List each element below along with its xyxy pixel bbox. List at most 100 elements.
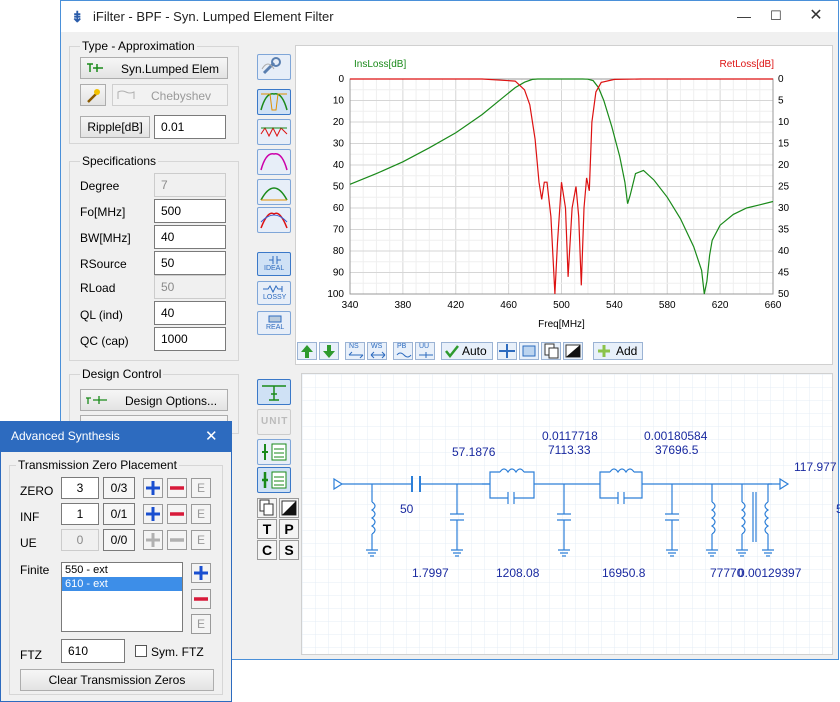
report-button[interactable] (257, 467, 291, 493)
finite-list[interactable]: 550 - ext 610 - ext (61, 562, 183, 632)
finite-remove-button[interactable] (191, 589, 211, 609)
invert-button[interactable] (563, 342, 583, 360)
syn-lumped-elem-button[interactable]: Syn.Lumped Elem (80, 57, 228, 79)
y-right-tick-label: 30 (778, 203, 790, 214)
chebyshev-button[interactable]: Chebyshev (112, 84, 228, 106)
ws-button[interactable]: WS (367, 342, 387, 360)
zero-count: 0/3 (103, 477, 135, 499)
finite-list-item[interactable]: 550 - ext (62, 563, 182, 577)
chebyshev-icon (117, 90, 135, 99)
ripple-response-icon (260, 126, 288, 138)
smooth-view-button[interactable] (257, 179, 291, 205)
blank-button[interactable] (519, 342, 539, 360)
type-approx-title: Type - Approximation (80, 39, 197, 53)
crosshair-icon (499, 344, 515, 358)
bandpass-response-icon (260, 93, 288, 111)
ns-button[interactable]: NS (345, 342, 365, 360)
inf-remove-button[interactable] (167, 504, 187, 524)
clear-tz-button[interactable]: Clear Transmission Zeros (20, 669, 214, 691)
passband-view-button[interactable] (257, 149, 291, 175)
dialog-close-button[interactable]: ✕ (205, 427, 218, 445)
add-label: Add (616, 344, 638, 358)
minus-icon (170, 486, 184, 490)
maximize-button[interactable]: ☐ (761, 3, 791, 29)
netlist-icon (262, 443, 287, 461)
real-button[interactable]: REAL (257, 311, 291, 335)
bw-label: BW[MHz] (80, 231, 131, 245)
sym-ftz-checkbox[interactable] (135, 645, 147, 657)
pb-button[interactable]: PB (393, 342, 413, 360)
combined-view-button[interactable] (257, 207, 291, 233)
minimize-button[interactable]: — (729, 3, 759, 29)
finite-edit-button[interactable]: E (191, 614, 211, 634)
sym-ftz-label: Sym. FTZ (151, 645, 204, 659)
lossy-component-icon (263, 285, 283, 294)
move-down-button[interactable] (319, 342, 339, 360)
type-approx-group: Type - Approximation Syn.Lumped Elem Che… (69, 39, 239, 144)
zero-edit-button[interactable]: E (191, 478, 211, 498)
unit-button[interactable]: UNIT (257, 409, 291, 435)
ripple-button[interactable]: Ripple[dB] (80, 116, 150, 138)
resonator1-bottom-value: 7113.33 (548, 443, 591, 457)
ripple-input[interactable]: 0.01 (154, 115, 226, 139)
inf-label: INF (20, 510, 40, 524)
inf-edit-button[interactable]: E (191, 504, 211, 524)
t-button[interactable]: T (257, 519, 277, 539)
lossy-button[interactable]: LOSSY (257, 281, 291, 305)
inf-add-button[interactable] (143, 504, 163, 524)
close-button[interactable]: ✕ (799, 3, 833, 29)
finite-list-item-selected[interactable]: 610 - ext (62, 577, 182, 591)
x-tick-label: 380 (395, 300, 412, 311)
schematic-copy-button[interactable] (257, 498, 277, 518)
y-right-tick-label: 0 (778, 74, 784, 85)
design-options-label: Design Options... (125, 394, 218, 408)
rsource-input[interactable]: 50 (154, 251, 226, 275)
finite-add-button[interactable] (191, 563, 211, 583)
ideal-label: IDEAL (264, 265, 285, 272)
design-options-button[interactable]: Design Options... (80, 389, 228, 411)
move-up-button[interactable] (297, 342, 317, 360)
schematic-view-button[interactable] (257, 379, 291, 405)
crosshair-button[interactable] (497, 342, 517, 360)
ripple-view-button[interactable] (257, 119, 291, 145)
x-tick-label: 500 (553, 300, 570, 311)
specifications-group: Specifications Degree 7 Fo[MHz] 500 BW[M… (69, 154, 239, 361)
ftz-input[interactable]: 610 (61, 639, 125, 663)
plus-icon (598, 345, 610, 357)
netlist-button[interactable] (257, 439, 291, 465)
x-tick-label: 340 (342, 300, 359, 311)
y-left-axis-label: InsLoss[dB] (354, 59, 406, 70)
x-tick-label: 460 (500, 300, 517, 311)
schematic-icon (262, 385, 286, 401)
zero-remove-button[interactable] (167, 478, 187, 498)
c-shunt1-value: 1208.08 (496, 566, 540, 580)
zero-input[interactable]: 3 (61, 477, 99, 499)
ql-input[interactable]: 40 (154, 301, 226, 325)
bandpass-view-button[interactable] (257, 89, 291, 115)
y-left-tick-label: 60 (333, 203, 345, 214)
copy-button[interactable] (541, 342, 561, 360)
dialog-title: Advanced Synthesis (11, 429, 120, 443)
schematic-invert-button[interactable] (279, 498, 299, 518)
uu-button[interactable]: UU (415, 342, 435, 360)
real-component-icon (268, 315, 282, 323)
x-tick-label: 620 (712, 300, 729, 311)
arrow-down-icon (323, 345, 335, 358)
p-button[interactable]: P (279, 519, 299, 539)
l1-value: 1.7997 (412, 566, 449, 580)
auto-button[interactable]: Auto (441, 342, 493, 360)
zero-add-button[interactable] (143, 478, 163, 498)
design-options-icon (86, 396, 107, 404)
ue-add-button (143, 530, 163, 550)
c-button[interactable]: C (257, 540, 277, 560)
s-button[interactable]: S (279, 540, 299, 560)
bw-input[interactable]: 40 (154, 225, 226, 249)
y-left-tick-label: 30 (333, 139, 345, 150)
settings-button[interactable] (257, 54, 291, 80)
magic-wand-button[interactable] (80, 84, 106, 106)
ideal-button[interactable]: IDEAL (257, 252, 291, 276)
qc-input[interactable]: 1000 (154, 327, 226, 351)
fo-input[interactable]: 500 (154, 199, 226, 223)
add-button[interactable]: Add (593, 342, 643, 360)
inf-input[interactable]: 1 (61, 503, 99, 525)
